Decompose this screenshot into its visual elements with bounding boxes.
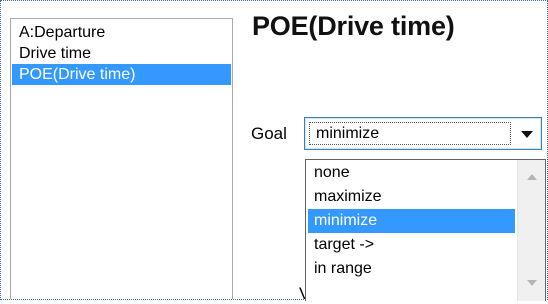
chevron-down-icon[interactable] <box>521 131 533 138</box>
goal-option-selected[interactable]: minimize <box>308 209 515 233</box>
goal-option[interactable]: none <box>308 161 515 185</box>
goal-select-value: minimize <box>316 125 380 142</box>
goal-option[interactable]: maximize <box>308 185 515 209</box>
goal-select-focus: minimize <box>309 122 511 145</box>
goal-label: Goal <box>251 124 287 143</box>
goal-select[interactable]: minimize <box>304 117 542 150</box>
scroll-up-arrow-icon[interactable] <box>527 174 537 180</box>
goal-option[interactable]: in range <box>308 257 515 281</box>
node-list-item-selected[interactable]: POE(Drive time) <box>12 64 231 85</box>
goal-option[interactable]: target -> <box>308 233 515 257</box>
page-title: POE(Drive time) <box>252 11 455 41</box>
scroll-down-arrow-icon[interactable] <box>527 280 537 286</box>
node-list-item[interactable]: Drive time <box>12 43 231 64</box>
node-list-item[interactable]: A:Departure <box>12 22 231 43</box>
dropdown-scrollbar[interactable] <box>517 160 545 301</box>
node-list[interactable]: A:Departure Drive time POE(Drive time) <box>10 18 233 299</box>
goal-dropdown-list[interactable]: none maximize minimize target -> in rang… <box>305 159 546 301</box>
window-frame: A:Departure Drive time POE(Drive time) P… <box>0 0 548 303</box>
